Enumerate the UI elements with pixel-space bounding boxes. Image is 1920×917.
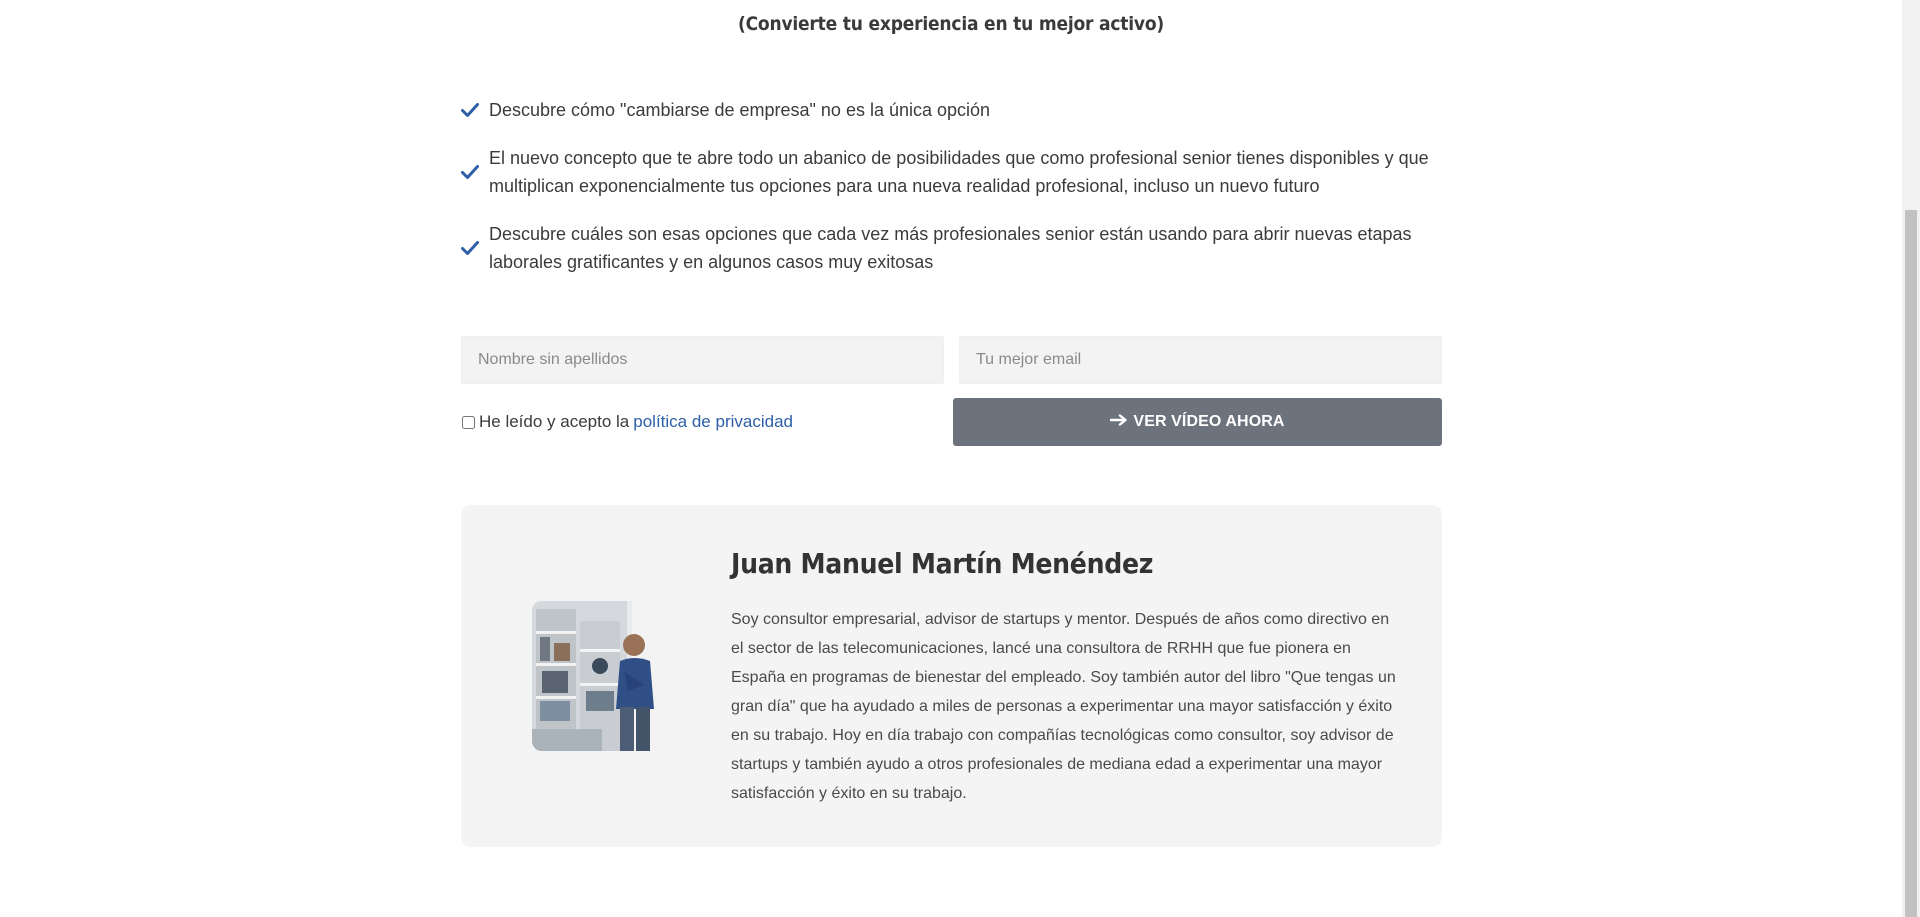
form-fields-row xyxy=(461,336,1442,384)
privacy-policy-link[interactable]: política de privacidad xyxy=(633,412,793,432)
privacy-checkbox[interactable] xyxy=(462,415,475,429)
form-actions-row: He leído y acepto la política de privaci… xyxy=(461,398,1442,446)
benefit-item: Descubre cómo "cambiarse de empresa" no … xyxy=(461,96,1442,124)
benefits-list: Descubre cómo "cambiarse de empresa" no … xyxy=(461,96,1442,296)
arrow-right-icon xyxy=(1110,413,1128,431)
benefit-item: Descubre cuáles son esas opciones que ca… xyxy=(461,220,1442,276)
scrollbar-thumb[interactable] xyxy=(1905,210,1917,917)
check-icon xyxy=(461,158,489,186)
author-bio-text: Soy consultor empresarial, advisor de st… xyxy=(731,611,1396,802)
consent-text: He leído y acepto la xyxy=(479,412,630,431)
watch-video-button[interactable]: VER VÍDEO AHORA xyxy=(953,398,1442,446)
author-name: Juan Manuel Martín Menéndez xyxy=(731,547,1154,580)
benefit-text: Descubre cuáles son esas opciones que ca… xyxy=(489,224,1412,272)
check-icon xyxy=(461,96,489,124)
email-input[interactable] xyxy=(959,336,1442,384)
benefit-item: El nuevo concepto que te abre todo un ab… xyxy=(461,144,1442,200)
privacy-consent: He leído y acepto la política de privaci… xyxy=(461,398,938,446)
watch-video-label: VER VÍDEO AHORA xyxy=(1133,413,1285,430)
benefit-text: Descubre cómo "cambiarse de empresa" no … xyxy=(489,100,991,120)
benefit-text: El nuevo concepto que te abre todo un ab… xyxy=(489,148,1429,196)
page-subtitle: (Convierte tu experiencia en tu mejor ac… xyxy=(737,13,1165,35)
author-bio-card: Juan Manuel Martín Menéndez Soy consulto… xyxy=(461,505,1442,847)
landing-page: (Convierte tu experiencia en tu mejor ac… xyxy=(0,0,1902,917)
author-photo xyxy=(532,601,682,751)
page-scrollbar[interactable] xyxy=(1902,0,1920,917)
check-icon xyxy=(461,234,489,262)
name-input[interactable] xyxy=(461,336,944,384)
